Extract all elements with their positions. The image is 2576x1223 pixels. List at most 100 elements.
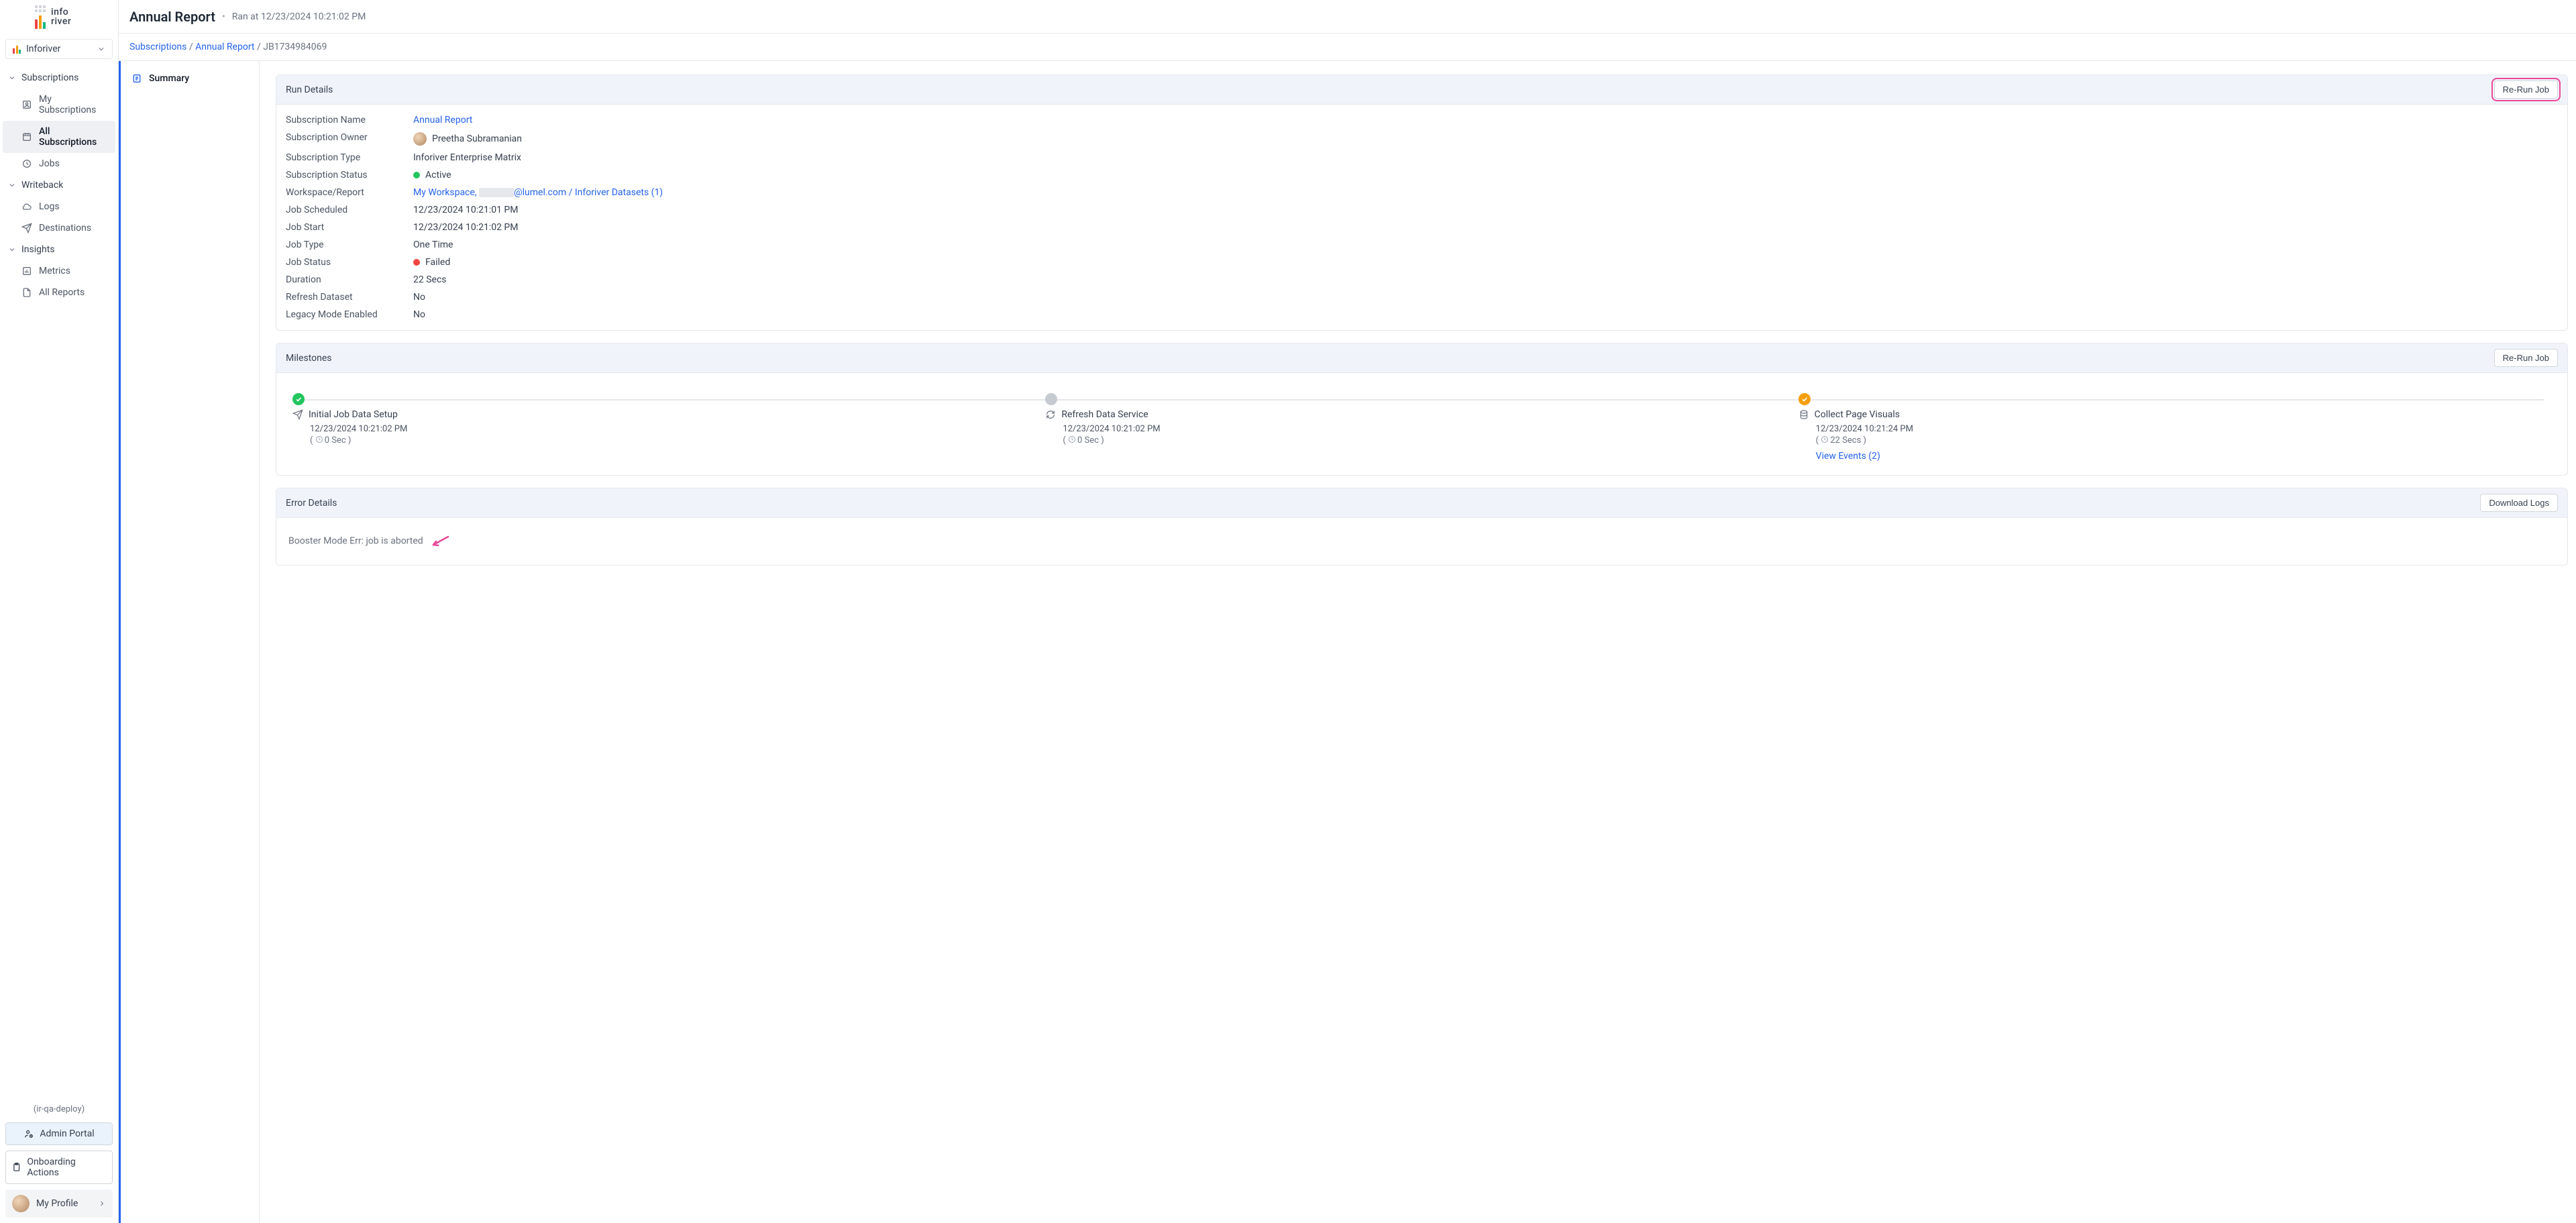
- value-sub-owner: Preetha Subramanian: [432, 134, 522, 144]
- refresh-icon: [1045, 409, 1056, 420]
- value-status: Failed: [425, 257, 450, 268]
- nav-label: Destinations: [39, 223, 91, 233]
- workspace-selector[interactable]: Inforiver: [5, 39, 113, 59]
- separator-dot: •: [222, 11, 225, 22]
- profile-button[interactable]: My Profile: [5, 1189, 113, 1218]
- label-scheduled: Job Scheduled: [286, 205, 413, 215]
- nav-item-metrics[interactable]: Metrics: [0, 260, 118, 282]
- onboarding-button[interactable]: Onboarding Actions: [5, 1151, 113, 1184]
- download-logs-button[interactable]: Download Logs: [2480, 494, 2558, 512]
- nav-item-destinations[interactable]: Destinations: [0, 217, 118, 239]
- nav-item-all-reports[interactable]: All Reports: [0, 282, 118, 303]
- nav-label: Logs: [39, 201, 60, 212]
- nav-section-writeback[interactable]: Writeback: [0, 174, 118, 196]
- error-message: Booster Mode Err: job is aborted: [288, 536, 423, 547]
- calendar-icon: [21, 131, 32, 142]
- milestone-timestamp: 12/23/2024 10:21:02 PM: [310, 424, 1045, 434]
- value-refresh: No: [413, 292, 425, 303]
- breadcrumb-subscriptions[interactable]: Subscriptions: [129, 42, 186, 52]
- breadcrumb-job-id: JB1734984069: [263, 42, 327, 52]
- ran-at-label: Ran at 12/23/2024 10:21:02 PM: [232, 11, 366, 22]
- admin-portal-button[interactable]: Admin Portal: [5, 1122, 113, 1145]
- value-sub-status: Active: [425, 170, 451, 180]
- button-label: Onboarding Actions: [27, 1157, 107, 1178]
- milestone-title: Refresh Data Service: [1061, 409, 1148, 420]
- milestone-timestamp: 12/23/2024 10:21:02 PM: [1063, 424, 1798, 434]
- run-details-panel: Run Details Re-Run Job Subscription Name…: [276, 74, 2568, 331]
- breadcrumb: Subscriptions / Annual Report / JB173498…: [119, 34, 2576, 61]
- avatar: [12, 1195, 30, 1212]
- workspace-name: Inforiver: [26, 44, 60, 54]
- env-label: (ir-qa-deploy): [5, 1102, 113, 1117]
- nav: Subscriptions My Subscriptions All Subsc…: [0, 64, 118, 1096]
- detail-tabs: Summary: [119, 61, 260, 1223]
- milestone-step-3: Collect Page Visuals 12/23/2024 10:21:24…: [1799, 393, 2551, 462]
- rerun-job-button-primary[interactable]: Re-Run Job: [2494, 81, 2558, 99]
- panel-heading: Run Details: [286, 85, 333, 95]
- view-events-link[interactable]: View Events (2): [1816, 451, 1880, 462]
- milestone-title: Collect Page Visuals: [1815, 409, 1900, 420]
- send-icon: [21, 223, 32, 233]
- value-legacy: No: [413, 309, 425, 320]
- value-sub-type: Inforiver Enterprise Matrix: [413, 152, 521, 163]
- nav-label: All Reports: [39, 287, 85, 298]
- clock-icon: [21, 158, 32, 169]
- label-type: Job Type: [286, 240, 413, 250]
- owner-avatar: [413, 132, 427, 146]
- status-dot-failed-icon: [413, 259, 420, 266]
- clipboard-icon: [11, 1162, 21, 1173]
- user-icon: [21, 99, 32, 110]
- nav-section-label: Subscriptions: [21, 72, 78, 83]
- milestone-step-2: Refresh Data Service 12/23/2024 10:21:02…: [1045, 393, 1798, 462]
- panel-heading: Milestones: [286, 353, 332, 364]
- label-sub-owner: Subscription Owner: [286, 132, 413, 146]
- cloud-icon: [21, 201, 32, 212]
- milestone-duration: ( 0 Sec ): [1063, 435, 1798, 445]
- nav-item-logs[interactable]: Logs: [0, 196, 118, 217]
- nav-item-jobs[interactable]: Jobs: [0, 153, 118, 174]
- milestone-step-1: Initial Job Data Setup 12/23/2024 10:21:…: [292, 393, 1045, 462]
- milestone-duration: ( 22 Secs ): [1816, 435, 2551, 445]
- milestones-panel: Milestones Re-Run Job Initi: [276, 343, 2568, 476]
- chevron-down-icon: [8, 246, 16, 254]
- profile-label: My Profile: [36, 1198, 91, 1209]
- rerun-job-button-milestones[interactable]: Re-Run Job: [2494, 349, 2558, 367]
- nav-item-all-subscriptions[interactable]: All Subscriptions: [3, 121, 115, 153]
- value-scheduled: 12/23/2024 10:21:01 PM: [413, 205, 519, 215]
- nav-item-my-subscriptions[interactable]: My Subscriptions: [0, 89, 118, 121]
- tab-summary[interactable]: Summary: [121, 66, 259, 91]
- nav-label: Jobs: [39, 158, 60, 169]
- label-status: Job Status: [286, 257, 413, 268]
- logo: inforiver: [0, 0, 118, 34]
- document-icon: [21, 287, 32, 298]
- milestone-node-success-icon: [292, 393, 305, 405]
- nav-label: My Subscriptions: [39, 94, 110, 115]
- milestone-title: Initial Job Data Setup: [309, 409, 398, 420]
- label-sub-status: Subscription Status: [286, 170, 413, 180]
- label-sub-name: Subscription Name: [286, 115, 413, 125]
- nav-section-insights[interactable]: Insights: [0, 239, 118, 260]
- database-icon: [1799, 409, 1809, 420]
- milestone-duration: ( 0 Sec ): [310, 435, 1045, 445]
- milestone-timestamp: 12/23/2024 10:21:24 PM: [1816, 424, 2551, 434]
- nav-section-subscriptions[interactable]: Subscriptions: [0, 67, 118, 89]
- label-ws-report: Workspace/Report: [286, 187, 413, 198]
- value-sub-name[interactable]: Annual Report: [413, 115, 472, 125]
- error-details-panel: Error Details Download Logs Booster Mode…: [276, 488, 2568, 566]
- breadcrumb-annual-report[interactable]: Annual Report: [195, 42, 254, 52]
- nav-label: Metrics: [39, 266, 70, 276]
- value-ws-report[interactable]: My Workspace, @lumel.com / Inforiver Dat…: [413, 187, 663, 198]
- value-start: 12/23/2024 10:21:02 PM: [413, 222, 519, 233]
- milestone-node-warning-icon: [1799, 393, 1811, 405]
- label-sub-type: Subscription Type: [286, 152, 413, 163]
- nav-label: All Subscriptions: [39, 126, 107, 148]
- nav-section-label: Writeback: [21, 180, 63, 191]
- topbar: Annual Report • Ran at 12/23/2024 10:21:…: [119, 0, 2576, 34]
- chevron-down-icon: [8, 74, 16, 82]
- chevron-right-icon: [98, 1200, 106, 1208]
- sidebar: inforiver Inforiver Subscriptions My Sub…: [0, 0, 119, 1223]
- milestone-node-pending-icon: [1045, 393, 1057, 405]
- label-duration: Duration: [286, 274, 413, 285]
- summary-icon: [131, 73, 142, 84]
- annotation-arrow-icon: [429, 535, 449, 547]
